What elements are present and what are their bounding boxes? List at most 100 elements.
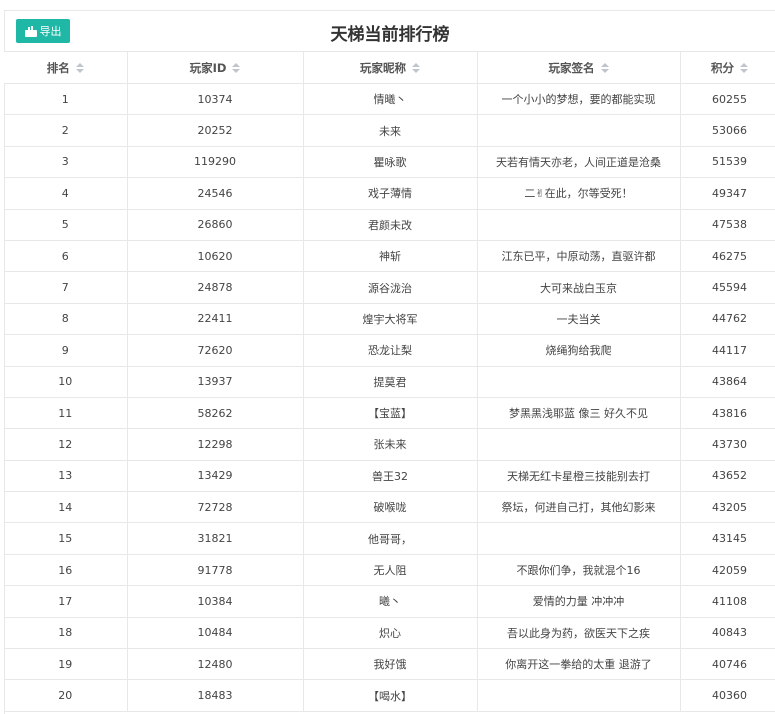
toolbar: 导出 天梯当前排行榜	[5, 11, 775, 52]
score-cell: 43730	[680, 428, 775, 461]
rank-cell: 8	[4, 303, 128, 336]
score-cell: 40843	[680, 617, 775, 650]
nickname-cell: 【宝蓝】	[303, 397, 478, 430]
table-row[interactable]: 13 13429 兽王32 天梯无红卡星橙三技能别去打 43652	[4, 460, 775, 493]
sort-icon[interactable]	[600, 63, 609, 73]
score-cell: 43816	[680, 397, 775, 430]
rank-cell: 10	[4, 366, 128, 398]
sort-icon[interactable]	[740, 63, 748, 73]
rank-cell: 12	[4, 428, 128, 461]
rank-cell: 15	[4, 522, 128, 555]
table-row[interactable]: 8 22411 煌宇大将军 一夫当关 44762	[4, 303, 775, 336]
score-cell: 43864	[680, 366, 775, 398]
table-body: 1 10374 情曦丶 一个小小的梦想，要的都能实现 60255 2 20252 未来 5306…	[4, 83, 775, 712]
table-row[interactable]: 2 20252 未来 53066	[4, 114, 775, 147]
table-row[interactable]: 20 18483 【喝水】 40360	[4, 679, 775, 712]
rank-cell: 3	[4, 146, 128, 179]
column-header-score[interactable]: 积分	[680, 51, 775, 84]
signature-cell: 大可来战白玉京	[477, 271, 681, 304]
table-row[interactable]: 1 10374 情曦丶 一个小小的梦想，要的都能实现 60255	[4, 83, 775, 116]
table-row[interactable]: 15 31821 他哥哥， 43145	[4, 522, 775, 555]
player-id-cell: 31821	[127, 522, 304, 555]
rank-cell: 5	[4, 209, 128, 241]
nickname-cell: 君颜未改	[303, 209, 478, 241]
table-row[interactable]: 18 10484 炽心 吾以此身为药，欲医天下之疾 40843	[4, 617, 775, 650]
sort-icon[interactable]	[75, 63, 84, 73]
nickname-cell: 恐龙让梨	[303, 334, 478, 367]
signature-cell: 一夫当关	[477, 303, 681, 336]
rank-cell: 19	[4, 648, 128, 681]
score-cell: 43145	[680, 522, 775, 555]
nickname-cell: 炽心	[303, 617, 478, 650]
sort-icon[interactable]	[412, 63, 420, 73]
rank-cell: 1	[4, 83, 128, 116]
nickname-cell: 未来	[303, 114, 478, 147]
nickname-cell: 曦丶	[303, 585, 478, 618]
sort-icon[interactable]	[232, 63, 241, 73]
signature-cell: 江东已平，中原动荡，直驱许都	[477, 240, 681, 273]
table-row[interactable]: 14 72728 破喉咙 祭坛，何进自己打，其他幻影来 43205	[4, 491, 775, 524]
player-id-cell: 24878	[127, 271, 304, 304]
page-title: 天梯当前排行榜	[330, 25, 450, 45]
score-cell: 53066	[680, 114, 775, 147]
rank-cell: 2	[4, 114, 128, 147]
signature-cell: 天若有情天亦老，人间正道是沧桑	[477, 146, 681, 179]
score-cell: 49347	[680, 177, 775, 210]
column-header-rank[interactable]: 排名	[4, 51, 128, 84]
table-row[interactable]: 4 24546 戏子薄情 二✌在此，尔等受死！ 49347	[4, 177, 775, 210]
nickname-cell: 【喝水】	[303, 679, 478, 712]
nickname-cell: 破喉咙	[303, 491, 478, 524]
score-cell: 45594	[680, 271, 775, 304]
score-cell: 43652	[680, 460, 775, 493]
nickname-cell: 张未来	[303, 428, 478, 461]
rank-cell: 13	[4, 460, 128, 493]
score-cell: 42059	[680, 554, 775, 587]
table-row[interactable]: 19 12480 我好饿 你离开这一拳给的太重 退游了 40746	[4, 648, 775, 681]
table-row[interactable]: 16 91778 无人阻 不跟你们争，我就混个16 42059	[4, 554, 775, 587]
nickname-cell: 源谷泷治	[303, 271, 478, 304]
table-row[interactable]: 11 58262 【宝蓝】 梦黑黑浅耶蓝 像三 好久不见 43816	[4, 397, 775, 430]
player-id-cell: 72728	[127, 491, 304, 524]
score-cell: 44117	[680, 334, 775, 367]
table-row[interactable]: 12 12298 张未来 43730	[4, 428, 775, 461]
score-cell: 41108	[680, 585, 775, 618]
nickname-cell: 无人阻	[303, 554, 478, 587]
table-wrapper: 排名 玩家ID 玩家昵称 玩家签名 积分 1 10374 情曦丶 一个小小的梦想，要的…	[4, 51, 775, 712]
leaderboard-table: 排名 玩家ID 玩家昵称 玩家签名 积分 1 10374 情曦丶 一个小小的梦想，要的…	[4, 51, 775, 712]
nickname-cell: 瞿咏歌	[303, 146, 478, 179]
signature-cell	[477, 114, 681, 147]
column-header-nickname[interactable]: 玩家昵称	[303, 51, 478, 84]
player-id-cell: 72620	[127, 334, 304, 367]
rank-cell: 7	[4, 271, 128, 304]
player-id-cell: 12480	[127, 648, 304, 681]
signature-cell	[477, 522, 681, 555]
nickname-cell: 提莫君	[303, 366, 478, 398]
score-cell: 43205	[680, 491, 775, 524]
rank-cell: 4	[4, 177, 128, 210]
table-row[interactable]: 9 72620 恐龙让梨 烧绳狗给我爬 44117	[4, 334, 775, 367]
table-row[interactable]: 17 10384 曦丶 爱情的力量 冲冲冲 41108	[4, 585, 775, 618]
table-row[interactable]: 3 119290 瞿咏歌 天若有情天亦老，人间正道是沧桑 51539	[4, 146, 775, 179]
rank-cell: 11	[4, 397, 128, 430]
table-row[interactable]: 5 26860 君颜未改 47538	[4, 209, 775, 241]
table-row[interactable]: 6 10620 神斩 江东已平，中原动荡，直驱许都 46275	[4, 240, 775, 273]
signature-cell	[477, 366, 681, 398]
rank-cell: 9	[4, 334, 128, 367]
player-id-cell: 22411	[127, 303, 304, 336]
signature-cell: 祭坛，何进自己打，其他幻影来	[477, 491, 681, 524]
nickname-cell: 兽王32	[303, 460, 478, 493]
column-header-player-id[interactable]: 玩家ID	[127, 51, 304, 84]
table-row[interactable]: 10 13937 提莫君 43864	[4, 366, 775, 398]
player-id-cell: 12298	[127, 428, 304, 461]
signature-cell	[477, 679, 681, 712]
signature-cell	[477, 209, 681, 241]
score-cell: 47538	[680, 209, 775, 241]
column-header-signature[interactable]: 玩家签名	[477, 51, 681, 84]
score-cell: 40360	[680, 679, 775, 712]
player-id-cell: 10384	[127, 585, 304, 618]
player-id-cell: 13429	[127, 460, 304, 493]
player-id-cell: 20252	[127, 114, 304, 147]
signature-cell: 不跟你们争，我就混个16	[477, 554, 681, 587]
player-id-cell: 10374	[127, 83, 304, 116]
table-row[interactable]: 7 24878 源谷泷治 大可来战白玉京 45594	[4, 271, 775, 304]
